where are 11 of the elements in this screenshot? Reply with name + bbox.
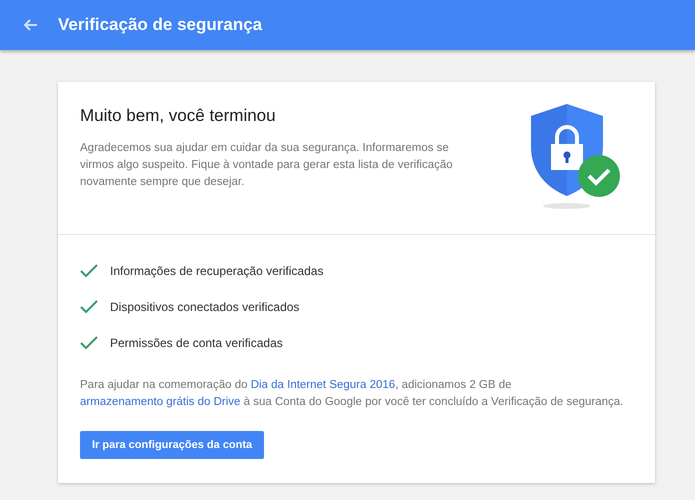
check-label: Informações de recuperação verificadas	[110, 264, 324, 278]
card-heading: Muito bem, você terminou	[80, 106, 277, 126]
text-link[interactable]: armazenamento grátis do Drive	[80, 396, 240, 408]
storage-note: Para ajudar na comemoração do Dia da Internet Segura 2016, adicionamos 2 GB de armazenamento grátis do Drive à sua Conta do Google por você ter concluído a Verificação de segurança.	[80, 378, 624, 410]
check-label: Permissões de conta verificadas	[110, 336, 283, 350]
page-title: Verificação de segurança	[58, 15, 262, 35]
intro-text: Agradecemos sua ajudar em cuidar da sua segurança. Informaremos se virmos algo suspeito. Fique à vontade para gerar esta lista de verificação novamente sempre que desejar.	[80, 141, 454, 190]
account-settings-button[interactable]: Ir para configurações da conta	[80, 431, 264, 459]
back-arrow-icon[interactable]	[22, 17, 38, 33]
check-label: Dispositivos conectados verificados	[110, 300, 300, 314]
text-link[interactable]: Dia da Internet Segura 2016	[250, 379, 396, 391]
